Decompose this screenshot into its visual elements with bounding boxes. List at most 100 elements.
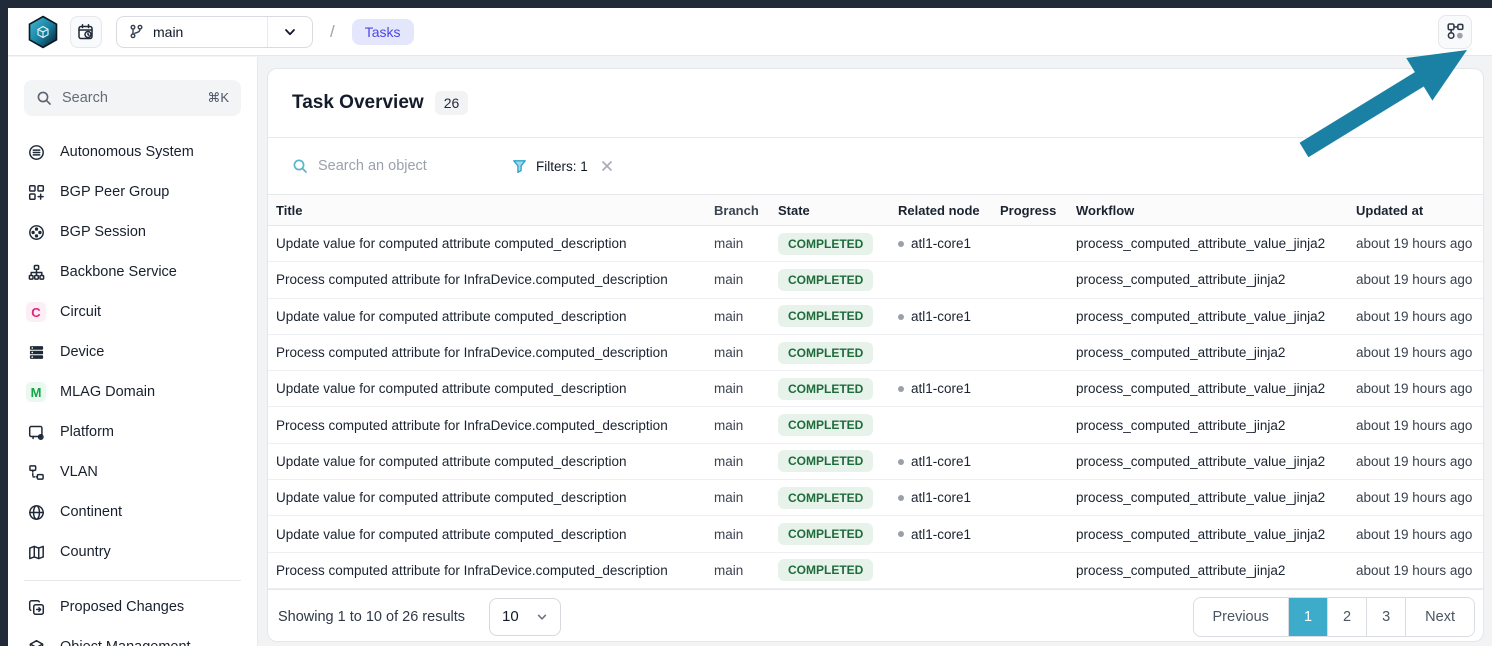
tasks-table: TitleBranchStateRelated nodeProgressWork… — [268, 194, 1483, 589]
task-updated-at: about 19 hours ago — [1348, 552, 1483, 588]
table-row[interactable]: Update value for computed attribute comp… — [268, 371, 1483, 407]
related-node: atl1-core1 — [890, 443, 992, 479]
pagination-group: Previous123Next — [1193, 597, 1475, 637]
table-row[interactable]: Process computed attribute for InfraDevi… — [268, 262, 1483, 298]
task-state-cell: COMPLETED — [770, 552, 890, 588]
table-row[interactable]: Update value for computed attribute comp… — [268, 516, 1483, 552]
sidebar-item-vlan[interactable]: VLAN — [8, 452, 257, 492]
page-size-select[interactable]: 10 — [489, 598, 561, 636]
status-badge: COMPLETED — [778, 414, 873, 436]
sidebar-item-label: Country — [60, 544, 111, 560]
sidebar-item-country[interactable]: Country — [8, 532, 257, 572]
letter-badge-icon: C — [26, 302, 46, 322]
task-title: Process computed attribute for InfraDevi… — [268, 334, 706, 370]
node-dot-icon — [898, 314, 904, 320]
page-title: Task Overview — [292, 92, 424, 114]
time-travel-button[interactable] — [70, 16, 102, 48]
task-branch: main — [706, 552, 770, 588]
sidebar-item-label: Circuit — [60, 304, 101, 320]
column-header-updated-at: Updated at — [1348, 195, 1483, 226]
breadcrumb-tasks-chip[interactable]: Tasks — [352, 19, 414, 45]
task-progress — [992, 407, 1068, 443]
table-row[interactable]: Update value for computed attribute comp… — [268, 480, 1483, 516]
sidebar-search-shortcut: ⌘K — [207, 90, 229, 106]
column-header-branch: Branch — [706, 195, 770, 226]
node-dot-icon — [898, 241, 904, 247]
autonomous-system-icon — [26, 142, 46, 162]
task-state-cell: COMPLETED — [770, 334, 890, 370]
sidebar-search[interactable]: Search ⌘K — [24, 80, 241, 116]
sidebar-item-label: MLAG Domain — [60, 384, 155, 400]
sidebar-item-circuit[interactable]: C Circuit — [8, 292, 257, 332]
clear-filters-icon[interactable] — [600, 159, 614, 173]
sidebar-item-device[interactable]: Device — [8, 332, 257, 372]
task-progress — [992, 516, 1068, 552]
table-row[interactable]: Update value for computed attribute comp… — [268, 443, 1483, 479]
task-workflow: process_computed_attribute_jinja2 — [1068, 262, 1348, 298]
schema-button[interactable] — [1438, 15, 1472, 49]
table-row[interactable]: Update value for computed attribute comp… — [268, 226, 1483, 262]
sidebar-item-object-management[interactable]: Object Management — [8, 627, 257, 646]
node-dot-icon — [898, 531, 904, 537]
task-branch: main — [706, 334, 770, 370]
status-badge: COMPLETED — [778, 342, 873, 364]
sidebar-item-label: BGP Session — [60, 224, 146, 240]
task-title: Update value for computed attribute comp… — [268, 298, 706, 334]
object-search — [292, 158, 504, 174]
table-header-row: TitleBranchStateRelated nodeProgressWork… — [268, 195, 1483, 226]
object-search-input[interactable] — [318, 158, 488, 174]
sidebar-item-proposed-changes[interactable]: Proposed Changes — [8, 587, 257, 627]
table-row[interactable]: Process computed attribute for InfraDevi… — [268, 407, 1483, 443]
sidebar-item-autonomous-system[interactable]: Autonomous System — [8, 132, 257, 172]
window-frame-top — [0, 0, 1492, 8]
task-workflow: process_computed_attribute_value_jinja2 — [1068, 443, 1348, 479]
task-workflow: process_computed_attribute_value_jinja2 — [1068, 480, 1348, 516]
task-workflow: process_computed_attribute_value_jinja2 — [1068, 371, 1348, 407]
task-title: Process computed attribute for InfraDevi… — [268, 262, 706, 298]
sidebar-item-bgp-session[interactable]: BGP Session — [8, 212, 257, 252]
related-node — [890, 407, 992, 443]
related-node: atl1-core1 — [890, 371, 992, 407]
task-workflow: process_computed_attribute_value_jinja2 — [1068, 226, 1348, 262]
backbone-service-icon — [26, 262, 46, 282]
sidebar-item-platform[interactable]: Platform — [8, 412, 257, 452]
task-count-badge: 26 — [435, 91, 469, 115]
page-button-2[interactable]: 2 — [1327, 598, 1366, 636]
task-branch: main — [706, 298, 770, 334]
table-row[interactable]: Process computed attribute for InfraDevi… — [268, 334, 1483, 370]
sidebar-item-mlag-domain[interactable]: MMLAG Domain — [8, 372, 257, 412]
device-icon — [26, 342, 46, 362]
sidebar-item-label: Backbone Service — [60, 264, 177, 280]
pagination-footer: Showing 1 to 10 of 26 results 10 Previou… — [268, 589, 1483, 642]
task-updated-at: about 19 hours ago — [1348, 480, 1483, 516]
sidebar-item-continent[interactable]: Continent — [8, 492, 257, 532]
filters-control[interactable]: Filters: 1 — [512, 159, 588, 174]
sidebar-item-label: Autonomous System — [60, 144, 194, 160]
sidebar-nav-bottom: Proposed ChangesObject Management — [8, 587, 257, 646]
card-header: Task Overview 26 — [268, 69, 1483, 137]
page-button-3[interactable]: 3 — [1366, 598, 1405, 636]
branch-selector[interactable]: main — [116, 16, 313, 48]
related-node: atl1-core1 — [890, 298, 992, 334]
table-row[interactable]: Process computed attribute for InfraDevi… — [268, 552, 1483, 588]
column-header-title: Title — [268, 195, 706, 226]
toolbar: Filters: 1 — [268, 137, 1483, 194]
sidebar-item-label: VLAN — [60, 464, 98, 480]
sidebar-item-bgp-peer-group[interactable]: BGP Peer Group — [8, 172, 257, 212]
task-state-cell: COMPLETED — [770, 407, 890, 443]
task-branch: main — [706, 226, 770, 262]
branch-dropdown-toggle[interactable] — [267, 17, 312, 47]
task-updated-at: about 19 hours ago — [1348, 443, 1483, 479]
task-progress — [992, 443, 1068, 479]
infrahub-logo[interactable] — [26, 15, 60, 49]
sidebar-item-backbone-service[interactable]: Backbone Service — [8, 252, 257, 292]
search-icon — [36, 90, 52, 106]
status-badge: COMPLETED — [778, 487, 873, 509]
page-button-1[interactable]: 1 — [1288, 598, 1327, 636]
table-row[interactable]: Update value for computed attribute comp… — [268, 298, 1483, 334]
previous-page-button[interactable]: Previous — [1194, 598, 1288, 636]
task-progress — [992, 334, 1068, 370]
sidebar-search-placeholder: Search — [62, 90, 108, 106]
next-page-button[interactable]: Next — [1405, 598, 1474, 636]
top-bar: main / Tasks — [8, 8, 1492, 56]
